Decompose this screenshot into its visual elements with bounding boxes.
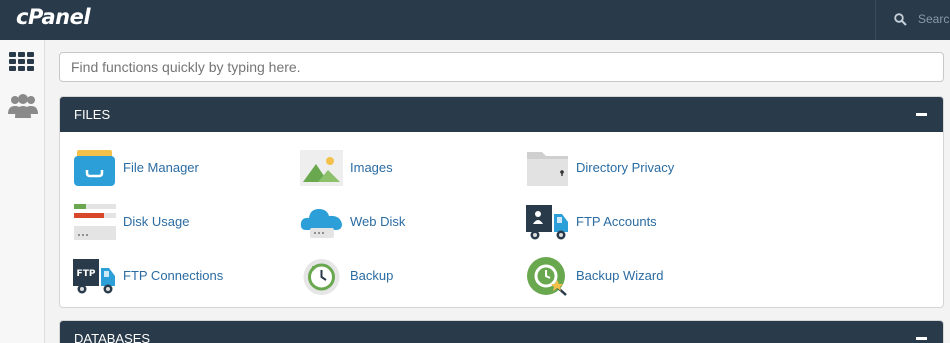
ftp-connections-icon: FTP <box>73 259 115 294</box>
left-sidebar <box>0 40 45 343</box>
backup-wizard-icon <box>527 257 567 296</box>
collapse-icon[interactable] <box>916 337 927 340</box>
search-icon <box>894 13 907 26</box>
file-manager-icon <box>74 150 115 186</box>
disk-usage-icon <box>74 204 116 240</box>
item-label: Disk Usage <box>123 214 190 229</box>
web-disk-icon <box>300 209 342 238</box>
item-label: Backup <box>350 268 394 283</box>
top-bar: cPanel Search <box>0 0 950 40</box>
item-label: Web Disk <box>350 214 406 229</box>
directory-privacy-icon <box>527 152 568 186</box>
images-icon <box>300 150 343 186</box>
item-label: FTP Accounts <box>576 214 657 229</box>
item-label: Images <box>350 160 393 175</box>
cpanel-logo[interactable]: cPanel <box>16 5 91 29</box>
item-label: Directory Privacy <box>576 160 675 175</box>
grid-icon[interactable] <box>9 52 35 72</box>
item-label: Backup Wizard <box>576 268 664 283</box>
backup-icon <box>303 259 340 295</box>
find-functions-input[interactable]: Find functions quickly by typing here. <box>59 52 944 82</box>
search-label: Search <box>918 12 950 26</box>
files-panel-title: FILES <box>74 107 111 122</box>
ftp-accounts-icon <box>526 205 568 240</box>
users-icon[interactable] <box>8 92 38 118</box>
item-label: FTP Connections <box>123 268 224 283</box>
svg-text:FTP: FTP <box>77 269 96 279</box>
files-panel: FILES File Manager Images Directory Priv… <box>59 96 944 308</box>
collapse-icon[interactable] <box>916 113 927 116</box>
top-search[interactable]: Search <box>875 0 950 40</box>
databases-panel-header[interactable]: DATABASES <box>60 321 943 343</box>
files-panel-header[interactable]: FILES <box>60 97 943 132</box>
databases-panel-title: DATABASES <box>74 331 151 343</box>
databases-panel: DATABASES <box>59 320 944 343</box>
item-label: File Manager <box>123 160 199 175</box>
